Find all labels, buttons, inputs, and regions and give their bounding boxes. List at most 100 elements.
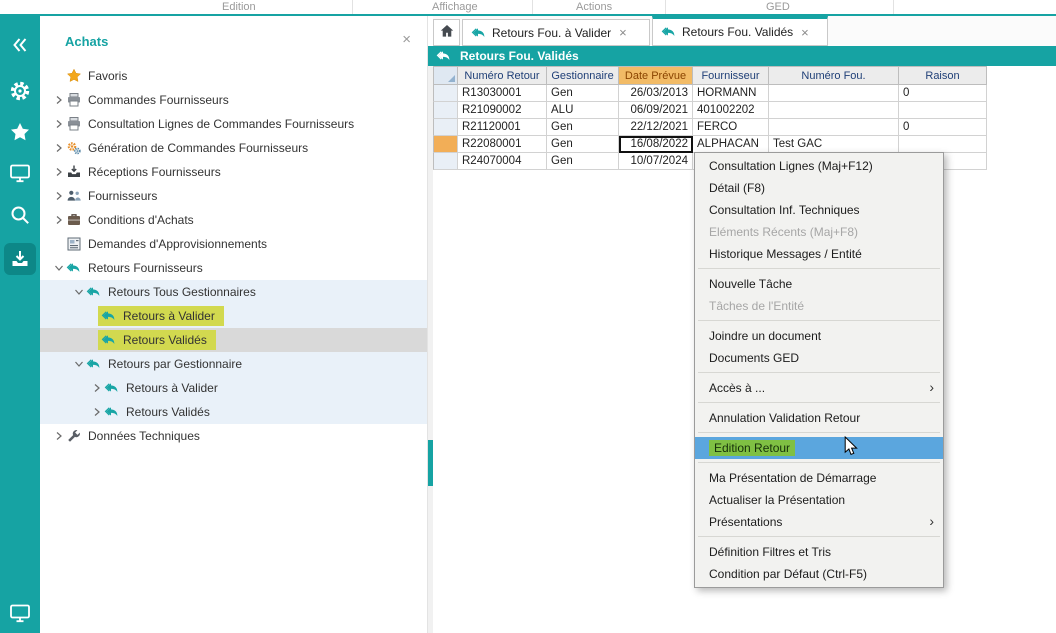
chevron-down-icon[interactable] [72, 288, 86, 296]
row-selector[interactable] [433, 119, 458, 136]
display-monitor-icon[interactable] [0, 596, 40, 630]
sidebar-close-icon[interactable]: × [402, 31, 411, 48]
menu-item-documents-ged[interactable]: Documents GED [695, 347, 943, 369]
menu-item-detail[interactable]: Détail (F8) [695, 177, 943, 199]
cell-date-prevue[interactable]: 06/09/2021 [619, 102, 693, 119]
menu-item-condition-par-defaut[interactable]: Condition par Défaut (Ctrl-F5) [695, 563, 943, 585]
cell-numero-fou[interactable] [769, 119, 899, 136]
workstation-monitor-icon[interactable] [0, 156, 40, 190]
row-selector[interactable] [433, 153, 458, 170]
table-row-selected[interactable]: R22080001 Gen 16/08/2022 ALPHACAN Test G… [433, 136, 987, 153]
search-icon[interactable] [0, 198, 40, 232]
menu-item-historique-messages[interactable]: Historique Messages / Entité [695, 243, 943, 265]
cell-numero-retour[interactable]: R22080001 [458, 136, 547, 153]
sidebar-item-retours-fournisseurs[interactable]: Retours Fournisseurs [40, 256, 427, 280]
cell-numero-fou[interactable]: Test GAC [769, 136, 899, 153]
table-row[interactable]: R21090002 ALU 06/09/2021 401002202 [433, 102, 987, 119]
cell-fournisseur[interactable]: FERCO [693, 119, 769, 136]
menu-item-edition-retour[interactable]: Edition Retour [695, 437, 943, 459]
cell-numero-retour[interactable]: R24070004 [458, 153, 547, 170]
sidebar-item-conditions-achats[interactable]: Conditions d'Achats [40, 208, 427, 232]
cell-raison[interactable] [899, 102, 987, 119]
chevron-right-icon[interactable] [52, 167, 66, 177]
cell-numero-retour[interactable]: R13030001 [458, 85, 547, 102]
cell-date-prevue[interactable]: 22/12/2021 [619, 119, 693, 136]
cell-date-prevue[interactable]: 10/07/2024 [619, 153, 693, 170]
row-selector[interactable] [433, 102, 458, 119]
row-selector-active[interactable] [433, 136, 458, 153]
tab-home[interactable] [433, 19, 460, 46]
chevron-right-icon[interactable] [52, 215, 66, 225]
tab-retours-valides[interactable]: Retours Fou. Validés × [652, 16, 828, 46]
cell-raison[interactable]: 0 [899, 85, 987, 102]
cell-numero-fou[interactable] [769, 85, 899, 102]
cell-date-prevue-focused[interactable]: 16/08/2022 [619, 136, 693, 153]
column-header-raison[interactable]: Raison [899, 66, 987, 85]
chevron-right-icon[interactable] [90, 383, 104, 393]
sidebar-item-retours-a-valider-tous[interactable]: Retours à Valider [40, 304, 427, 328]
row-selector[interactable] [433, 85, 458, 102]
chevron-right-icon[interactable] [52, 119, 66, 129]
column-header-fournisseur[interactable]: Fournisseur [693, 66, 769, 85]
menu-item-joindre-document[interactable]: Joindre un document [695, 325, 943, 347]
cell-fournisseur[interactable]: 401002202 [693, 102, 769, 119]
chevron-right-icon[interactable] [52, 95, 66, 105]
tab-close-icon[interactable]: × [801, 25, 809, 40]
menu-item-consultation-lignes[interactable]: Consultation Lignes (Maj+F12) [695, 155, 943, 177]
cell-numero-retour[interactable]: R21090002 [458, 102, 547, 119]
column-header-numero-retour[interactable]: Numéro Retour [458, 66, 547, 85]
cell-fournisseur[interactable]: ALPHACAN [693, 136, 769, 153]
cell-date-prevue[interactable]: 26/03/2013 [619, 85, 693, 102]
settings-gear-icon[interactable] [0, 74, 40, 108]
chevron-down-icon[interactable] [72, 360, 86, 368]
chevron-right-icon[interactable] [52, 191, 66, 201]
collapse-sidebar-icon[interactable] [0, 28, 40, 62]
scrollbar-thumb[interactable] [428, 440, 433, 486]
cell-raison[interactable] [899, 136, 987, 153]
select-all-header[interactable] [433, 66, 458, 85]
sidebar-item-favoris[interactable]: Favoris [40, 64, 427, 88]
table-row[interactable]: R21120001 Gen 22/12/2021 FERCO 0 [433, 119, 987, 136]
menu-item-actualiser-presentation[interactable]: Actualiser la Présentation [695, 489, 943, 511]
sidebar-item-consultation-lignes-commandes[interactable]: Consultation Lignes de Commandes Fournis… [40, 112, 427, 136]
chevron-right-icon[interactable] [52, 431, 66, 441]
sidebar-item-retours-a-valider-gestionnaire[interactable]: Retours à Valider [40, 376, 427, 400]
column-header-gestionnaire[interactable]: Gestionnaire [547, 66, 619, 85]
chevron-right-icon[interactable] [52, 143, 66, 153]
tab-close-icon[interactable]: × [619, 25, 627, 40]
cell-gestionnaire[interactable]: Gen [547, 85, 619, 102]
sidebar-item-donnees-techniques[interactable]: Données Techniques [40, 424, 427, 448]
sidebar-item-generation-commandes[interactable]: Génération de Commandes Fournisseurs [40, 136, 427, 160]
chevron-down-icon[interactable] [52, 264, 66, 272]
menu-item-ma-presentation-demarrage[interactable]: Ma Présentation de Démarrage [695, 467, 943, 489]
cell-gestionnaire[interactable]: Gen [547, 136, 619, 153]
menu-item-presentations[interactable]: Présentations› [695, 511, 943, 533]
table-row[interactable]: R13030001 Gen 26/03/2013 HORMANN 0 [433, 85, 987, 102]
cell-fournisseur[interactable]: HORMANN [693, 85, 769, 102]
cell-raison[interactable]: 0 [899, 119, 987, 136]
cell-gestionnaire[interactable]: Gen [547, 119, 619, 136]
sidebar-item-retours-par-gestionnaire[interactable]: Retours par Gestionnaire [40, 352, 427, 376]
cell-numero-retour[interactable]: R21120001 [458, 119, 547, 136]
cell-numero-fou[interactable] [769, 102, 899, 119]
sidebar-item-demandes-approvisionnements[interactable]: Demandes d'Approvisionnements [40, 232, 427, 256]
column-header-numero-fou[interactable]: Numéro Fou. [769, 66, 899, 85]
chevron-right-icon[interactable] [90, 407, 104, 417]
sidebar-item-retours-tous-gestionnaires[interactable]: Retours Tous Gestionnaires [40, 280, 427, 304]
sidebar-item-retours-valides-tous[interactable]: Retours Validés [40, 328, 427, 352]
menu-item-annulation-validation-retour[interactable]: Annulation Validation Retour [695, 407, 943, 429]
sidebar-item-receptions-fournisseurs[interactable]: Réceptions Fournisseurs [40, 160, 427, 184]
cell-gestionnaire[interactable]: Gen [547, 153, 619, 170]
tab-retours-a-valider[interactable]: Retours Fou. à Valider × [462, 19, 650, 46]
menu-item-acces-a[interactable]: Accès à ...› [695, 377, 943, 399]
cell-gestionnaire[interactable]: ALU [547, 102, 619, 119]
menu-item-nouvelle-tache[interactable]: Nouvelle Tâche [695, 273, 943, 295]
menu-item-definition-filtres-tris[interactable]: Définition Filtres et Tris [695, 541, 943, 563]
favorites-star-icon[interactable] [0, 115, 40, 149]
column-header-date-prevue[interactable]: Date Prévue [619, 66, 693, 85]
sidebar-item-fournisseurs[interactable]: Fournisseurs [40, 184, 427, 208]
imports-tray-icon[interactable] [0, 242, 40, 276]
menu-item-consultation-inf-techniques[interactable]: Consultation Inf. Techniques [695, 199, 943, 221]
sidebar-item-commandes-fournisseurs[interactable]: Commandes Fournisseurs [40, 88, 427, 112]
sidebar-item-retours-valides-gestionnaire[interactable]: Retours Validés [40, 400, 427, 424]
